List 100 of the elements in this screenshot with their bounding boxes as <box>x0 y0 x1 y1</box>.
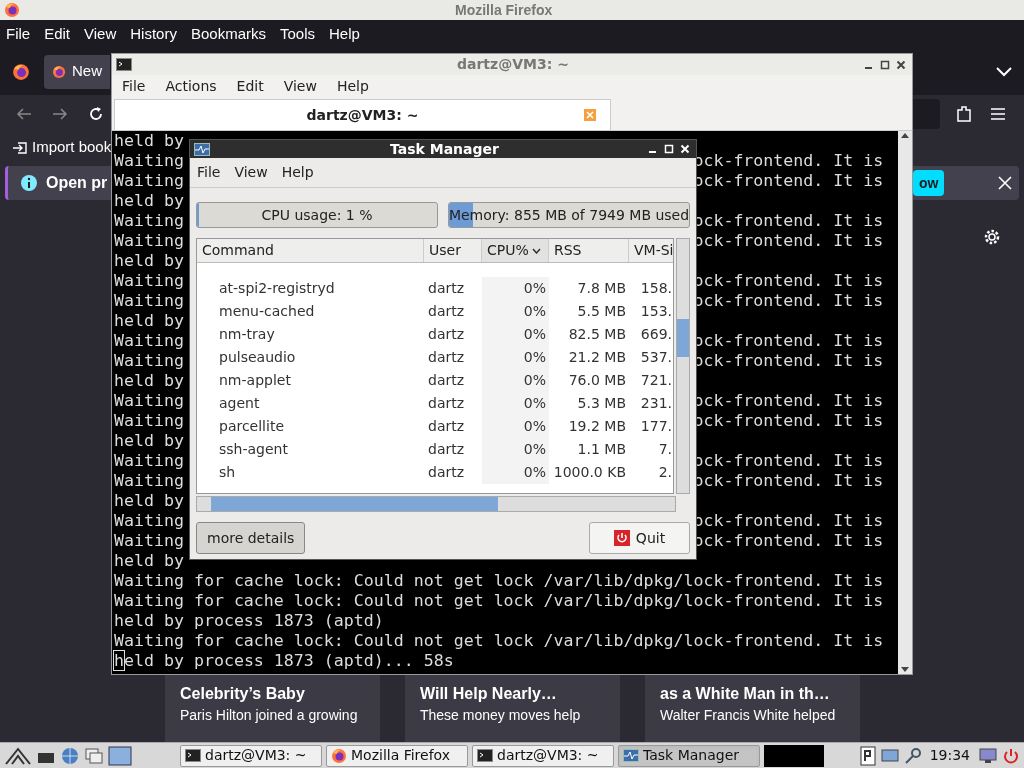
magnifier-icon[interactable] <box>903 746 922 765</box>
monitor-icon[interactable] <box>978 746 998 765</box>
table-cell-text: 231. <box>639 394 673 413</box>
notification-button[interactable]: ow <box>913 170 945 196</box>
scroll-down-icon[interactable] <box>901 667 909 672</box>
menu-item[interactable]: Actions <box>165 76 217 97</box>
table-cell: 0% <box>482 277 549 300</box>
url-field[interactable] <box>913 99 940 129</box>
card-title: Celebrity’s Baby <box>180 684 306 704</box>
news-card[interactable]: as a White Man in th… Walter Francis White helped <box>645 675 860 742</box>
terminal-line: held by process 1873 (aptd) <box>114 611 384 631</box>
chevron-down-icon[interactable] <box>996 66 1012 77</box>
terminal-line: ock-frontend. It is <box>693 211 884 231</box>
taskbar-button[interactable]: dartz@VM3: ~ <box>472 744 614 767</box>
table-cell-text: 5.5 MB <box>576 302 627 321</box>
table-cell: 0% <box>482 392 549 415</box>
table-cell-text: pulseaudio <box>218 348 297 367</box>
table-cell-text: 537. <box>639 348 673 367</box>
terminal-line: Waiting <box>114 231 184 251</box>
monitor-icon <box>194 142 210 156</box>
news-card[interactable]: Celebrity’s Baby Paris Hilton joined a growing <box>165 675 380 742</box>
table-cell-text: dartz <box>427 279 466 298</box>
table-cell-text: 721. <box>639 371 673 390</box>
table-cell-text: 7.8 MB <box>576 279 627 298</box>
column-header[interactable]: Command <box>197 239 424 262</box>
table-cell-text: 158. <box>639 279 673 298</box>
window-title: Task Manager <box>390 140 499 158</box>
desktop-icon[interactable] <box>108 745 132 766</box>
menu-item[interactable]: History <box>130 22 177 46</box>
more-details-button[interactable]: more details <box>196 522 306 554</box>
menu-item[interactable]: Help <box>336 76 369 97</box>
terminal-line: Waiting <box>114 211 184 231</box>
menu-item[interactable]: File <box>6 22 31 46</box>
terminal-line: ock-frontend. It is <box>693 411 884 431</box>
scrollbar[interactable] <box>898 131 912 674</box>
scrollbar[interactable] <box>676 238 690 494</box>
taskbar-button[interactable]: Task Manager <box>618 744 760 767</box>
table-cell-text: 82.5 MB <box>567 325 627 344</box>
start-menu-icon[interactable] <box>4 745 32 766</box>
table-cell-text: dartz <box>427 417 466 436</box>
terminal-line: Waiting for cache lock: Could not get lock /var/lib/dpkg/lock-frontend. It is <box>114 591 884 611</box>
table-cell-text: dartz <box>427 440 466 459</box>
settings-icon[interactable] <box>983 228 1001 246</box>
bookmark-item[interactable]: Import book <box>32 136 112 159</box>
forward-icon[interactable] <box>52 107 68 121</box>
terminal-tab[interactable]: dartz@VM3: ~ <box>114 99 611 130</box>
clock[interactable]: 19:34 <box>925 745 974 766</box>
terminal-line: Waiting <box>114 531 184 551</box>
menu-item[interactable]: View <box>234 162 268 183</box>
terminal-line: ock-frontend. It is <box>693 511 884 531</box>
column-header[interactable]: RSS <box>549 239 629 262</box>
menu-item[interactable]: View <box>283 76 317 97</box>
table-cell-text: dartz <box>427 394 466 413</box>
table-cell-text: nm-tray <box>218 325 276 344</box>
table-cell-text: 2. <box>657 463 673 482</box>
menu-item[interactable]: Help <box>281 162 314 183</box>
quit-button[interactable]: Quit <box>589 522 690 554</box>
menu-item[interactable]: Edit <box>44 22 71 46</box>
menu-item[interactable]: View <box>84 22 117 46</box>
taskbar-button[interactable]: Mozilla Firefox <box>326 744 468 767</box>
reload-icon[interactable] <box>88 106 104 122</box>
firefox-icon <box>52 63 66 80</box>
browser-tab[interactable]: New <box>44 54 110 89</box>
windows-icon[interactable] <box>84 746 104 765</box>
firefox-icon <box>331 747 347 764</box>
table-cell-text: 177. <box>639 417 673 436</box>
menu-item[interactable]: Help <box>329 22 360 46</box>
table-cell-text: 1.1 MB <box>576 440 627 459</box>
menu-item[interactable]: Bookmarks <box>190 22 266 46</box>
table-cell: 0% <box>482 438 549 461</box>
menu-item[interactable]: File <box>122 76 146 97</box>
table-cell-text: at-spi2-registryd <box>218 279 336 298</box>
taskbar-slot[interactable] <box>764 744 824 767</box>
terminal-line: Waiting <box>114 171 184 191</box>
column-header[interactable]: VM-Si <box>629 239 674 262</box>
table-cell: 0% <box>482 369 549 392</box>
news-card[interactable]: Will Help Nearly… These money moves help <box>405 675 620 742</box>
clipboard-icon[interactable] <box>859 745 876 766</box>
power-icon[interactable] <box>1002 746 1020 765</box>
terminal-icon <box>116 58 132 71</box>
menu-item[interactable]: Edit <box>236 76 264 97</box>
maximize-icon[interactable] <box>880 59 890 70</box>
menu-item[interactable]: File <box>197 162 221 183</box>
column-header[interactable]: CPU% <box>482 239 549 262</box>
back-icon[interactable] <box>16 107 32 121</box>
table-cell-text: dartz <box>427 325 466 344</box>
terminal-icon <box>185 749 201 762</box>
table-cell-text: menu-cached <box>218 302 316 321</box>
terminal-line: ock-frontend. It is <box>693 451 884 471</box>
table-cell-text: 76.0 MB <box>567 371 627 390</box>
menu-icon[interactable] <box>990 107 1006 121</box>
close-icon[interactable] <box>896 59 906 70</box>
table-cell-text: dartz <box>427 463 466 482</box>
terminal-line: ock-frontend. It is <box>693 331 884 351</box>
menu-item[interactable]: Tools <box>280 22 315 46</box>
taskbar-button[interactable]: dartz@VM3: ~ <box>180 744 322 767</box>
terminal-icon <box>477 749 493 762</box>
terminal-line: held by process 1873 (aptd)... 58s <box>114 651 454 671</box>
scrollbar[interactable] <box>196 496 676 512</box>
table-cell-text: 153. <box>639 302 673 321</box>
